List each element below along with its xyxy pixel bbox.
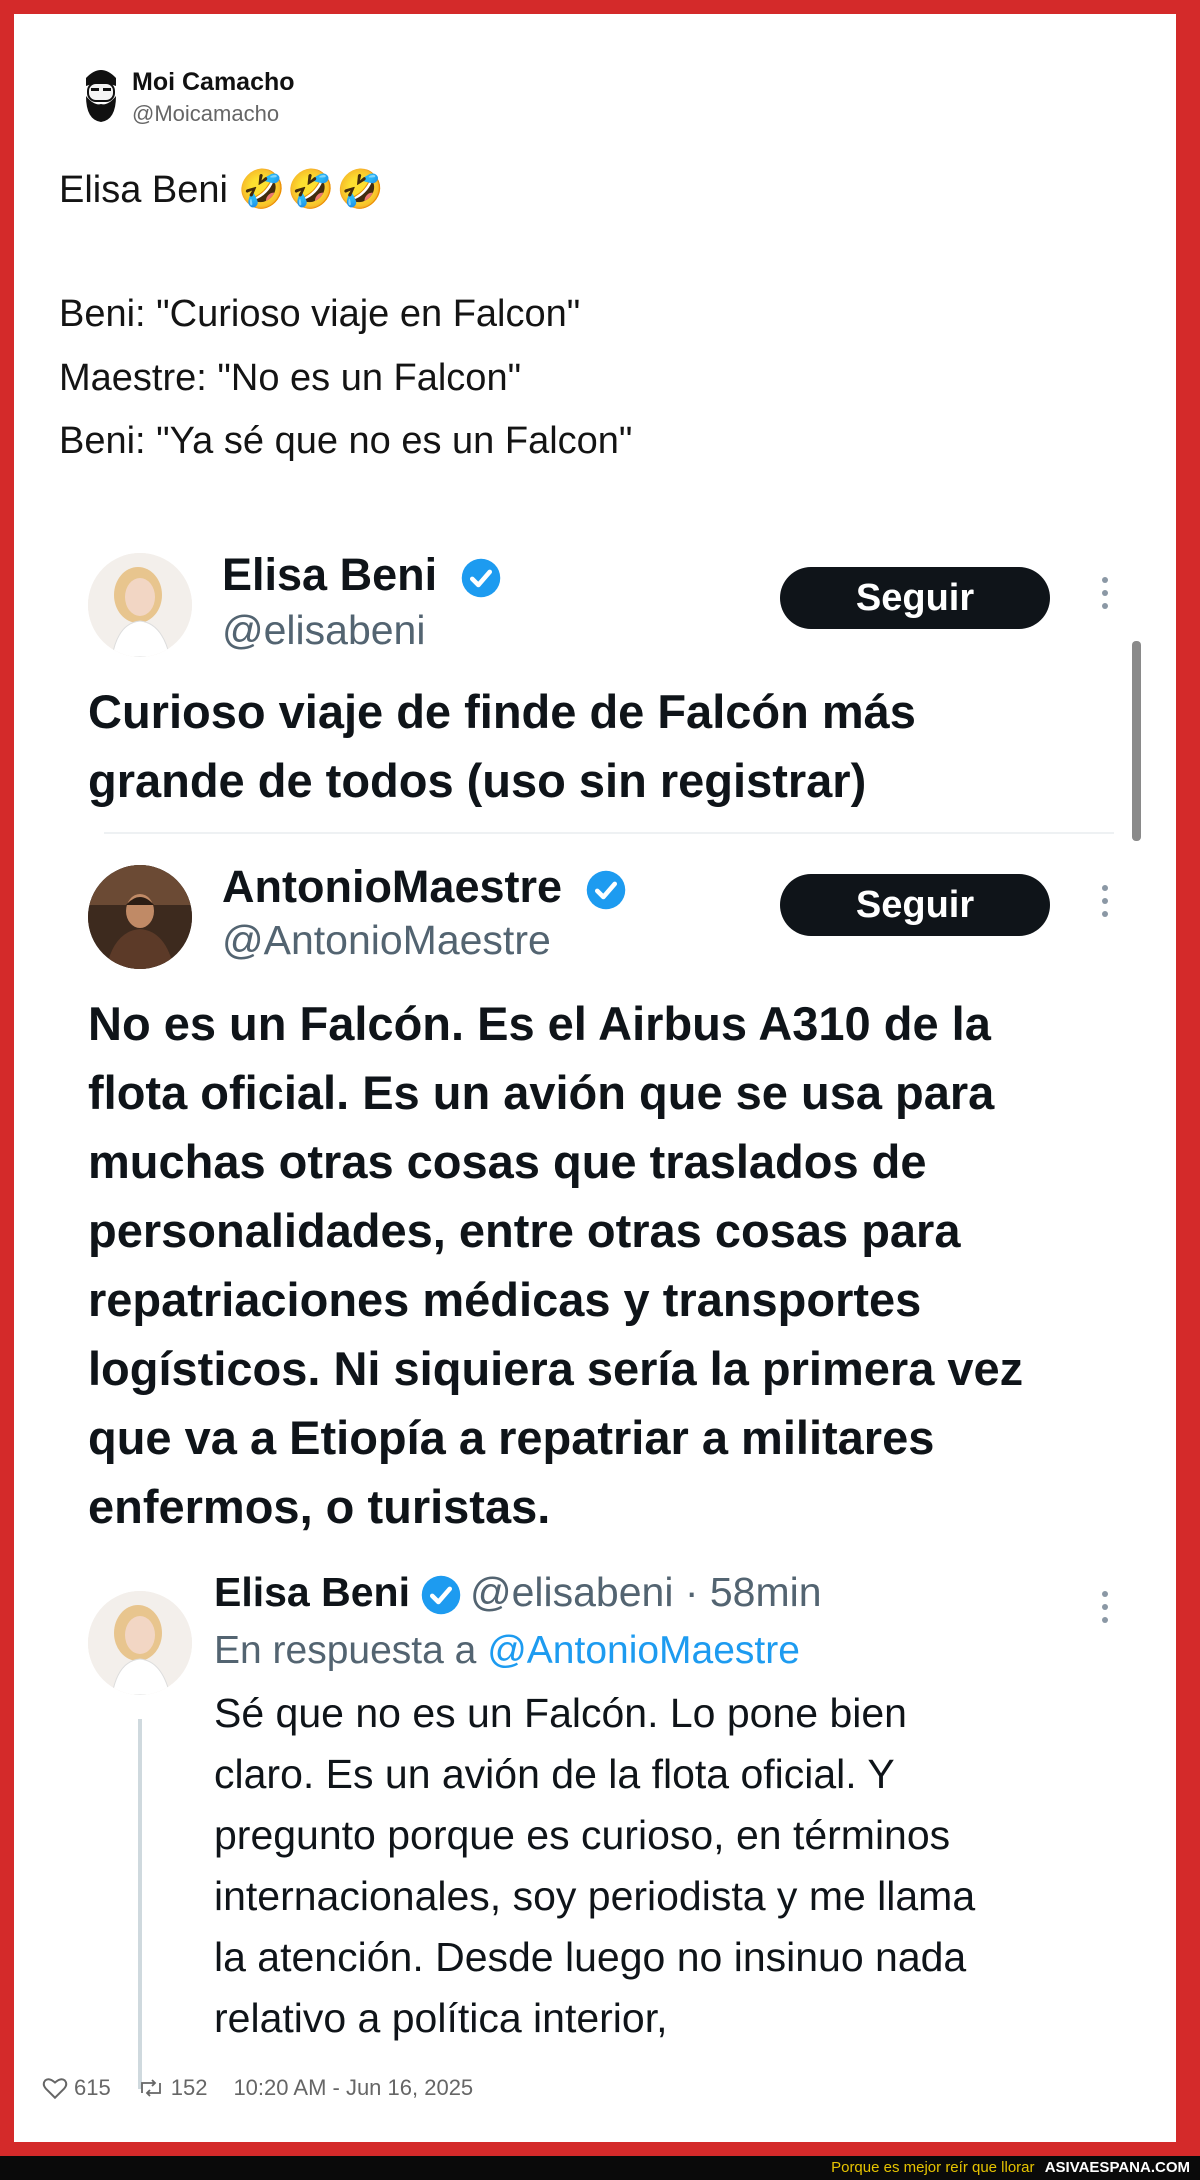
quoted-tweet-line: enfermos, o turistas. xyxy=(88,1480,551,1533)
retweet-count: 152 xyxy=(170,2075,208,2100)
verified-badge-icon xyxy=(586,870,625,910)
quoted-author-name-text: AntonioMaestre xyxy=(222,861,563,912)
woman-portrait-icon xyxy=(88,553,192,657)
man-portrait-icon xyxy=(88,865,192,969)
quoted-tweet-text: Curioso viaje de finde de Falcón más gra… xyxy=(88,677,916,815)
quoted-author-handle[interactable]: @elisabeni xyxy=(222,607,425,654)
quoted-tweet-line: que va a Etiopía a repatriar a militares xyxy=(88,1411,935,1464)
bearded-man-avatar-icon xyxy=(64,56,138,130)
elisa-beni-avatar[interactable] xyxy=(88,1591,192,1695)
quoted-tweet-line: repatriaciones médicas y transportes xyxy=(88,1273,922,1326)
reply-text-line: pregunto porque es curioso, en términos xyxy=(214,1812,951,1858)
more-options-icon[interactable] xyxy=(1100,577,1110,617)
quoted-author-name[interactable]: Elisa Beni xyxy=(222,549,502,601)
quoted-author-name[interactable]: AntonioMaestre xyxy=(222,861,627,913)
quoted-tweet-line: grande de todos (uso sin registrar) xyxy=(88,754,867,807)
quoted-tweet-line: personalidades, entre otras cosas para xyxy=(88,1204,961,1257)
verified-badge-icon xyxy=(461,558,500,598)
laughing-emoji-icons: 🤣🤣🤣 xyxy=(237,169,386,211)
reply-author-name[interactable]: Elisa Beni xyxy=(214,1569,410,1615)
more-options-icon[interactable] xyxy=(1100,885,1110,925)
woman-portrait-icon xyxy=(88,1591,192,1695)
retweet-icon xyxy=(140,2079,161,2097)
watermark-bar: Porque es mejor reír que llorar ASIVAESP… xyxy=(0,2156,1200,2180)
elisa-beni-avatar[interactable] xyxy=(88,553,192,657)
reply-context: En respuesta a @AntonioMaestre xyxy=(214,1629,800,1673)
tweet-text-line-3: Maestre: "No es un Falcon" xyxy=(59,357,522,399)
tweet-text-line-1: Elisa Beni xyxy=(59,169,228,211)
reply-text-line: Sé que no es un Falcón. Lo pone bien xyxy=(214,1690,907,1736)
follow-button[interactable]: Seguir xyxy=(780,874,1050,936)
tweet-stats: 615 152 10:20 AM - Jun 16, 2025 xyxy=(42,2070,499,2106)
author-avatar[interactable] xyxy=(64,56,138,130)
tweet-text-line: Elisa Beni 🤣🤣🤣 xyxy=(59,168,386,212)
tweet-text-line-2: Beni: "Curioso viaje en Falcon" xyxy=(59,293,581,335)
reply-text-line: claro. Es un avión de la flota oficial. … xyxy=(214,1751,895,1797)
quoted-author-handle[interactable]: @AntonioMaestre xyxy=(222,917,551,964)
reply-prefix: En respuesta a xyxy=(214,1629,477,1672)
divider xyxy=(104,832,1114,834)
watermark-text: Porque es mejor reír que llorar ASIVAESP… xyxy=(831,2159,1190,2176)
tweet-text-line-4: Beni: "Ya sé que no es un Falcon" xyxy=(59,420,633,462)
verified-badge-icon xyxy=(421,1575,461,1615)
reply-mention-link[interactable]: @AntonioMaestre xyxy=(487,1629,800,1672)
tweet-card: Moi Camacho @Moicamacho Elisa Beni 🤣🤣🤣 Be… xyxy=(14,14,1176,2142)
like-button[interactable]: 615 xyxy=(42,2075,111,2101)
timestamp[interactable]: 10:20 AM - Jun 16, 2025 xyxy=(233,2075,473,2101)
watermark-site[interactable]: ASIVAESPANA.COM xyxy=(1045,2159,1190,2176)
scrollbar[interactable] xyxy=(1132,641,1141,841)
quoted-tweet-line: logísticos. Ni siquiera sería la primera… xyxy=(88,1342,1024,1395)
reply-text-line: relativo a política interior, xyxy=(214,1995,668,2041)
reply-text-line: la atención. Desde luego no insinuo nada xyxy=(214,1934,967,1980)
quoted-tweet-line: flota oficial. Es un avión que se usa pa… xyxy=(88,1066,995,1119)
more-options-icon[interactable] xyxy=(1100,1591,1110,1631)
reply-handle-time[interactable]: @elisabeni · 58min xyxy=(470,1569,822,1615)
reply-text-line: internacionales, soy periodista y me lla… xyxy=(214,1873,976,1919)
reply-meta: Elisa Beni @elisabeni · 58min xyxy=(214,1569,822,1616)
watermark-tagline: Porque es mejor reír que llorar xyxy=(831,2159,1035,2176)
embedded-screenshot: Elisa Beni @elisabeni Seguir Curioso via… xyxy=(14,519,1176,2089)
quoted-author-name-text: Elisa Beni xyxy=(222,549,438,600)
reply-text: Sé que no es un Falcón. Lo pone bien cla… xyxy=(214,1683,975,2049)
quoted-tweet-line: muchas otras cosas que traslados de xyxy=(88,1135,927,1188)
quoted-tweet-line: No es un Falcón. Es el Airbus A310 de la xyxy=(88,997,991,1050)
antonio-maestre-avatar[interactable] xyxy=(88,865,192,969)
follow-button[interactable]: Seguir xyxy=(780,567,1050,629)
thread-line xyxy=(138,1719,142,2089)
heart-icon xyxy=(42,2078,68,2100)
quoted-tweet-line: Curioso viaje de finde de Falcón más xyxy=(88,685,916,738)
author-name[interactable]: Moi Camacho xyxy=(132,68,295,97)
author-handle[interactable]: @Moicamacho xyxy=(132,101,279,127)
like-count: 615 xyxy=(74,2075,111,2100)
quoted-tweet-text: No es un Falcón. Es el Airbus A310 de la… xyxy=(88,989,1023,1541)
retweet-button[interactable]: 152 xyxy=(137,2075,208,2101)
